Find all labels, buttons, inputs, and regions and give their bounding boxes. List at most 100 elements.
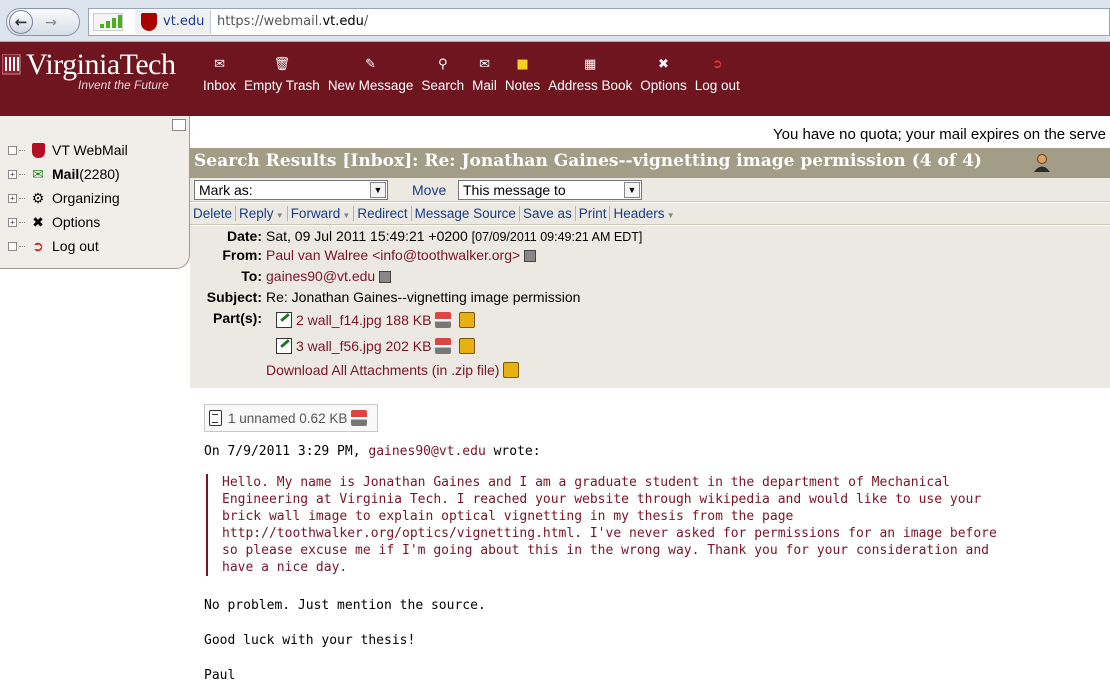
organizing-icon: ⚙ bbox=[31, 189, 45, 206]
chevron-down-icon: ▼ bbox=[664, 211, 675, 220]
chevron-down-icon: ▼ bbox=[340, 211, 351, 220]
logout-icon: ➲ bbox=[711, 56, 723, 72]
headers-button[interactable]: Headers ▼ bbox=[610, 206, 677, 221]
redirect-button[interactable]: Redirect bbox=[354, 206, 412, 221]
expand-icon[interactable]: + bbox=[8, 217, 17, 227]
email-link[interactable]: gaines90@vt.edu bbox=[368, 444, 485, 459]
vt-shield-icon bbox=[141, 13, 157, 31]
magnifier-icon: ⚲ bbox=[437, 56, 448, 72]
move-target-select[interactable]: This message to ▼ bbox=[458, 180, 642, 200]
mark-as-select[interactable]: Mark as: ▼ bbox=[194, 180, 388, 200]
toolbar-empty-trash[interactable]: 🗑 Empty Trash bbox=[241, 52, 323, 102]
sidebar-item-options[interactable]: + ✖ Options bbox=[8, 210, 128, 234]
logo-title: VirginiaTech bbox=[26, 48, 176, 81]
main-toolbar: ✉ Inbox 🗑 Empty Trash ✎ New Message ⚲ Se… bbox=[200, 52, 745, 102]
download-all-row: Download All Attachments (in .zip file) bbox=[266, 362, 523, 378]
forward-button[interactable]: Forward ▼ bbox=[288, 206, 355, 221]
site-domain: vt.edu bbox=[163, 14, 205, 29]
app-header: VirginiaTech Invent the Future ✉ Inbox 🗑… bbox=[0, 42, 1110, 116]
expand-icon[interactable]: + bbox=[8, 193, 17, 203]
toolbar-search[interactable]: ⚲ Search bbox=[418, 52, 467, 102]
command-bar: Delete Reply ▼ Forward ▼ Redirect Messag… bbox=[190, 203, 1110, 225]
print-button[interactable]: Print bbox=[576, 206, 611, 221]
sidebar-item-log-out[interactable]: ➲ Log out bbox=[8, 234, 128, 258]
browser-toolbar: ← → vt.edu https://webmail.vt.edu/ bbox=[0, 0, 1110, 42]
body-line: No problem. Just mention the source. bbox=[204, 598, 486, 613]
toolbar-notes[interactable]: ■ Notes bbox=[502, 52, 543, 102]
message-actions-bar: Mark as: ▼ Move This message to ▼ bbox=[190, 178, 1110, 202]
forward-arrow-icon[interactable]: → bbox=[41, 13, 61, 33]
toolbar-inbox[interactable]: ✉ Inbox bbox=[200, 52, 239, 102]
toolbar-address-book[interactable]: ▦ Address Book bbox=[545, 52, 635, 102]
document-icon bbox=[209, 410, 222, 426]
sidebar-item-mail[interactable]: + ✉ Mail (2280) bbox=[8, 162, 128, 186]
back-arrow-icon[interactable]: ← bbox=[9, 10, 33, 34]
page-title: Search Results [Inbox]: Re: Jonathan Gai… bbox=[194, 151, 982, 171]
edit-icon[interactable] bbox=[276, 312, 292, 328]
local-date-value: [07/09/2011 09:49:21 AM EDT] bbox=[471, 230, 643, 244]
signal-strength-icon[interactable] bbox=[93, 13, 123, 31]
parts-label: Part(s): bbox=[212, 310, 262, 326]
mail-icon: ✉ bbox=[479, 56, 490, 72]
person-icon[interactable] bbox=[1033, 153, 1051, 173]
edit-icon[interactable] bbox=[276, 338, 292, 354]
move-button[interactable]: Move bbox=[412, 182, 446, 198]
sidebar-item-organizing[interactable]: + ⚙ Organizing bbox=[8, 186, 128, 210]
view-icon[interactable] bbox=[459, 338, 476, 354]
url-text[interactable]: https://webmail.vt.edu/ bbox=[217, 9, 368, 35]
reply-button[interactable]: Reply ▼ bbox=[236, 206, 288, 221]
message-body: 1 unnamed 0.62 KB On 7/9/2011 3:29 PM, g… bbox=[190, 388, 1110, 689]
from-row: From: Paul van Walree <info@toothwalker.o… bbox=[190, 247, 540, 263]
sidebar-tree: VT WebMail + ✉ Mail (2280) + ⚙ Organizin… bbox=[8, 138, 128, 258]
quoted-text: Hello. My name is Jonathan Gaines and I … bbox=[206, 474, 1086, 576]
sidebar: VT WebMail + ✉ Mail (2280) + ⚙ Organizin… bbox=[0, 116, 190, 269]
message-titlebar: Search Results [Inbox]: Re: Jonathan Gai… bbox=[190, 148, 1110, 178]
compose-icon: ✎ bbox=[365, 56, 377, 72]
toolbar-mail[interactable]: ✉ Mail bbox=[469, 52, 500, 102]
date-value: Sat, 09 Jul 2011 15:49:21 +0200 bbox=[266, 228, 468, 244]
address-bar[interactable]: vt.edu https://webmail.vt.edu/ bbox=[88, 8, 1110, 36]
attachment-link[interactable]: 3 wall_f56.jpg 202 KB bbox=[296, 338, 431, 354]
envelope-icon: ✉ bbox=[214, 56, 225, 72]
subject-row: Subject: Re: Jonathan Gaines--vignetting … bbox=[206, 289, 581, 305]
inline-attachment[interactable]: 1 unnamed 0.62 KB bbox=[204, 404, 379, 432]
chevron-down-icon: ▼ bbox=[624, 182, 640, 198]
part-attachment: 3 wall_f56.jpg 202 KB bbox=[272, 338, 479, 354]
attachment-link[interactable]: 2 wall_f14.jpg 188 KB bbox=[296, 312, 431, 328]
date-row: Date: Sat, 09 Jul 2011 15:49:21 +0200 [07… bbox=[226, 228, 643, 244]
zip-view-icon[interactable] bbox=[503, 362, 520, 378]
tree-node-box bbox=[8, 241, 17, 251]
message-source-button[interactable]: Message Source bbox=[412, 206, 520, 221]
part-attachment: 2 wall_f14.jpg 188 KB bbox=[272, 312, 479, 328]
notes-icon: ■ bbox=[516, 56, 529, 72]
download-all-link[interactable]: Download All Attachments (in .zip file) bbox=[266, 362, 499, 378]
download-icon[interactable] bbox=[435, 338, 452, 354]
mail-count: (2280) bbox=[79, 166, 120, 182]
collapse-sidebar-icon[interactable] bbox=[172, 119, 186, 131]
site-identity-badge[interactable]: vt.edu bbox=[135, 10, 212, 34]
tools-icon: ✖ bbox=[658, 56, 669, 72]
save-as-button[interactable]: Save as bbox=[520, 206, 576, 221]
delete-button[interactable]: Delete bbox=[190, 206, 237, 221]
message-headers: Date: Sat, 09 Jul 2011 15:49:21 +0200 [07… bbox=[190, 226, 1110, 388]
to-link[interactable]: gaines90@vt.edu bbox=[266, 268, 375, 284]
add-contact-icon[interactable] bbox=[524, 250, 537, 263]
download-icon[interactable] bbox=[435, 312, 452, 328]
toolbar-options[interactable]: ✖ Options bbox=[637, 52, 690, 102]
logo-subtitle: Invent the Future bbox=[78, 78, 169, 92]
quota-notice: You have no quota; your mail expires on … bbox=[773, 126, 1106, 143]
chevron-down-icon: ▼ bbox=[273, 211, 284, 220]
expand-icon[interactable]: + bbox=[8, 169, 17, 179]
add-contact-icon[interactable] bbox=[379, 271, 392, 284]
from-link[interactable]: Paul van Walree <info@toothwalker.org> bbox=[266, 247, 520, 263]
view-icon[interactable] bbox=[459, 312, 476, 328]
toolbar-new-message[interactable]: ✎ New Message bbox=[325, 52, 417, 102]
tree-node-box bbox=[8, 145, 17, 155]
chevron-down-icon: ▼ bbox=[370, 182, 386, 198]
download-icon[interactable] bbox=[351, 410, 368, 426]
subject-value: Re: Jonathan Gaines--vignetting image pe… bbox=[266, 289, 581, 305]
vt-logo-icon bbox=[2, 54, 21, 75]
nav-buttons: ← → bbox=[6, 8, 80, 36]
toolbar-log-out[interactable]: ➲ Log out bbox=[692, 52, 743, 102]
sidebar-item-vt-webmail[interactable]: VT WebMail bbox=[8, 138, 128, 162]
